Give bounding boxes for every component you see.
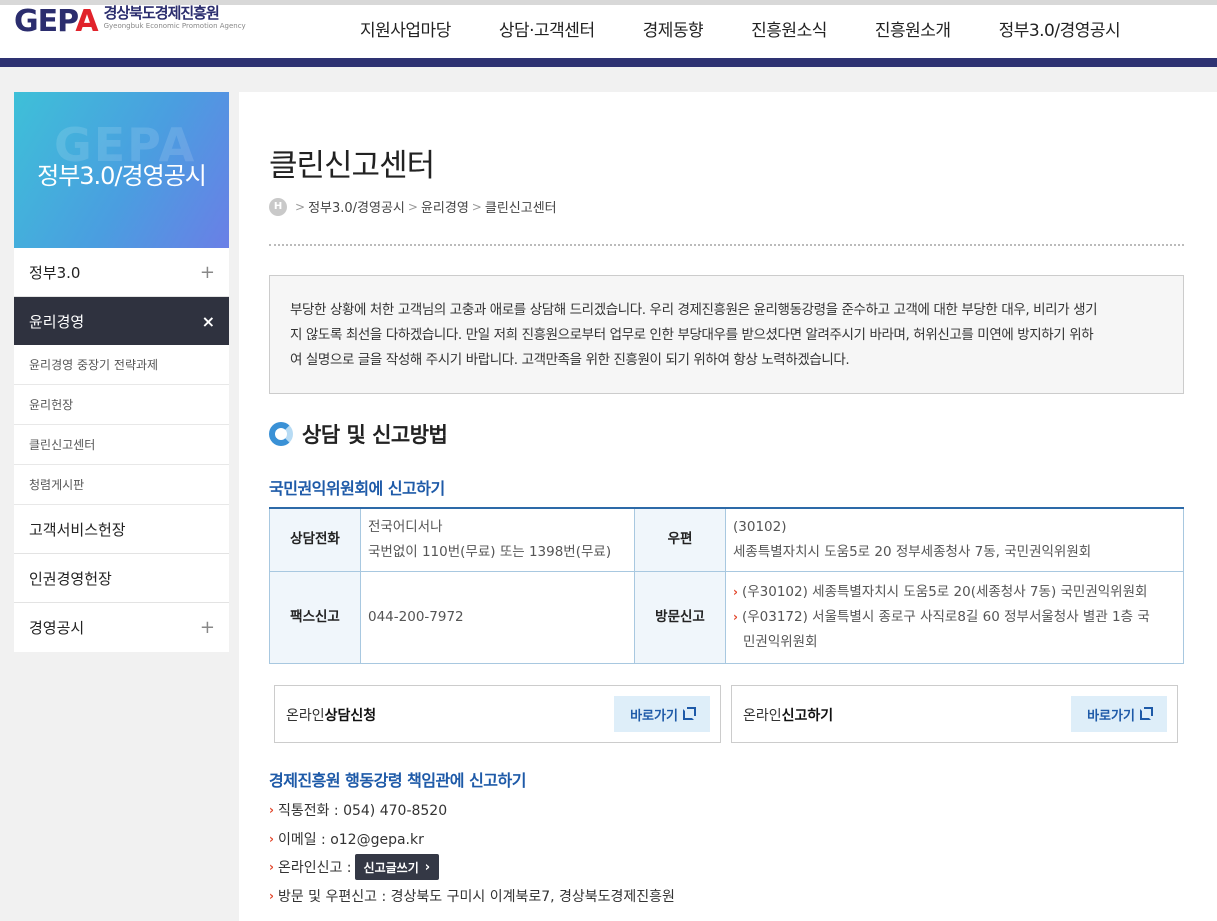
nav-support[interactable]: 지원사업마당 — [360, 16, 451, 41]
chevron-right-icon: > — [471, 199, 482, 214]
ethics-contact-list: › 직통전화 : 054) 470-8520 › 이메일 : o12@gepa.kr… — [269, 796, 675, 910]
report-info-table: 상담전화 전국어디서나 국번없이 110번(무료) 또는 1398번(무료) 우… — [269, 507, 1184, 664]
phone-cell: 전국어디서나 국번없이 110번(무료) 또는 1398번(무료) — [360, 507, 635, 572]
breadcrumb-item[interactable]: 클린신고센터 — [485, 197, 557, 216]
external-link-icon — [1139, 706, 1153, 720]
intro-line: 지 않도록 최선을 다하겠습니다. 만일 저희 진흥원으로부터 업무로 인한 부… — [290, 327, 1094, 343]
external-link-icon — [682, 706, 696, 720]
sidebar-title: 정부3.0/경영공시 — [37, 162, 207, 190]
intro-text-box: 부당한 상황에 처한 고객님의 고충과 애로를 상담해 드리겠습니다. 우리 경… — [269, 275, 1184, 394]
list-item: › 직통전화 : 054) 470-8520 — [269, 803, 448, 820]
sidebar: GEPA 정부3.0/경영공시 정부3.0 + 윤리경영 × 윤리경영 중장기 … — [14, 92, 229, 652]
list-item: › 온라인신고 : 신고글쓰기 › — [269, 853, 675, 882]
nav-customer-center[interactable]: 상담·고객센터 — [499, 16, 595, 41]
breadcrumb: H > 정부3.0/경영공시 > 윤리경영 > 클린신고센터 — [269, 197, 557, 216]
chevron-right-icon: > — [295, 199, 306, 214]
header-divider-bar — [0, 58, 1217, 67]
logo-english-name: Gyeongbuk Economic Promotion Agency — [103, 22, 246, 30]
sidebar-item-gov30[interactable]: 정부3.0 + — [14, 248, 229, 297]
online-consult-box: 온라인상담신청 바로가기 — [274, 685, 721, 743]
table-header-phone: 상담전화 — [269, 507, 361, 572]
sidebar-item-customer-charter[interactable]: 고객서비스헌장 — [14, 505, 229, 554]
nav-economy-trends[interactable]: 경제동향 — [643, 16, 704, 41]
sidebar-item-ethics[interactable]: 윤리경영 × — [14, 297, 229, 345]
dotted-divider — [269, 244, 1184, 246]
fax-cell: 044-200-7972 — [360, 570, 635, 664]
plus-icon: + — [199, 617, 215, 638]
subsection-ethics-officer: 경제진흥원 행동강령 책임관에 신고하기 — [269, 771, 526, 790]
intro-line: 부당한 상황에 처한 고객님의 고충과 애로를 상담해 드리겠습니다. 우리 경… — [290, 302, 1098, 318]
chevron-right-icon: › — [733, 584, 738, 599]
online-report-box: 온라인신고하기 바로가기 — [731, 685, 1178, 743]
sidebar-banner: GEPA 정부3.0/경영공시 — [14, 92, 229, 248]
breadcrumb-item[interactable]: 정부3.0/경영공시 — [308, 197, 405, 216]
sidebar-sub-strategy[interactable]: 윤리경영 중장기 전략과제 — [14, 345, 229, 385]
section-heading: 상담 및 신고방법 — [269, 419, 448, 449]
list-item: › 이메일 : o12@gepa.kr — [269, 831, 424, 848]
home-icon[interactable]: H — [269, 197, 287, 216]
sidebar-menu: 정부3.0 + 윤리경영 × 윤리경영 중장기 전략과제 윤리헌장 클린신고센터… — [14, 248, 229, 652]
table-row: 팩스신고 044-200-7972 방문신고 › (우30102) 세종특별자치시… — [269, 570, 1184, 664]
sidebar-sub-charter[interactable]: 윤리헌장 — [14, 385, 229, 425]
chevron-right-icon: › — [269, 888, 274, 903]
main-nav: 지원사업마당 상담·고객센터 경제동향 진흥원소식 진흥원소개 정부3.0/경영… — [360, 16, 1121, 41]
plus-icon: + — [199, 261, 215, 283]
online-consult-go-button[interactable]: 바로가기 — [614, 696, 710, 732]
write-report-button[interactable]: 신고글쓰기 › — [354, 854, 440, 881]
logo-korean-name: 경상북도경제진흥원 — [103, 4, 220, 22]
subsection-acrc: 국민권익위원회에 신고하기 — [269, 479, 445, 498]
post-cell: (30102) 세종특별자치시 도움5로 20 정부세종청사 7동, 국민권익위… — [725, 507, 1184, 572]
sidebar-item-management-disclosure[interactable]: 경영공시 + — [14, 603, 229, 652]
chevron-right-icon: › — [733, 609, 738, 624]
site-logo[interactable]: GEPA 경상북도경제진흥원 Gyeongbuk Economic Promot… — [14, 4, 246, 39]
chevron-right-icon: > — [407, 199, 418, 214]
sidebar-item-human-rights[interactable]: 인권경영헌장 — [14, 554, 229, 603]
table-header-fax: 팩스신고 — [269, 570, 361, 664]
table-header-visit: 방문신고 — [634, 570, 726, 664]
intro-line: 여 실명으로 글을 작성해 주시기 바랍니다. 고객만족을 위한 진흥원이 되기… — [290, 352, 850, 368]
logo-mark: GEPA — [14, 4, 99, 39]
page-title: 클린신고센터 — [269, 148, 435, 184]
close-icon: × — [201, 311, 215, 331]
list-item: › 방문 및 우편신고 : 경상북도 구미시 이계북로7, 경상북도경제진흥원 — [269, 888, 675, 905]
site-header: GEPA 경상북도경제진흥원 Gyeongbuk Economic Promot… — [0, 0, 1217, 58]
chevron-right-icon: › — [269, 831, 274, 846]
table-row: 상담전화 전국어디서나 국번없이 110번(무료) 또는 1398번(무료) 우… — [269, 507, 1184, 572]
table-header-post: 우편 — [634, 507, 726, 572]
visit-cell: › (우30102) 세종특별자치시 도움5로 20(세종청사 7동) 국민권익위… — [725, 570, 1184, 664]
nav-about[interactable]: 진흥원소개 — [875, 16, 951, 41]
breadcrumb-item[interactable]: 윤리경영 — [421, 197, 469, 216]
chevron-right-icon: › — [424, 859, 431, 875]
chevron-right-icon: › — [269, 803, 274, 818]
chevron-right-icon: › — [269, 860, 274, 875]
sidebar-sub-integrity-board[interactable]: 청렴게시판 — [14, 465, 229, 505]
ring-bullet-icon — [269, 422, 293, 446]
online-report-go-button[interactable]: 바로가기 — [1071, 696, 1167, 732]
main-content: 클린신고센터 H > 정부3.0/경영공시 > 윤리경영 > 클린신고센터 부당… — [239, 92, 1217, 921]
nav-news[interactable]: 진흥원소식 — [751, 16, 827, 41]
nav-gov-disclosure[interactable]: 정부3.0/경영공시 — [999, 16, 1121, 41]
sidebar-sub-clean-report[interactable]: 클린신고센터 — [14, 425, 229, 465]
